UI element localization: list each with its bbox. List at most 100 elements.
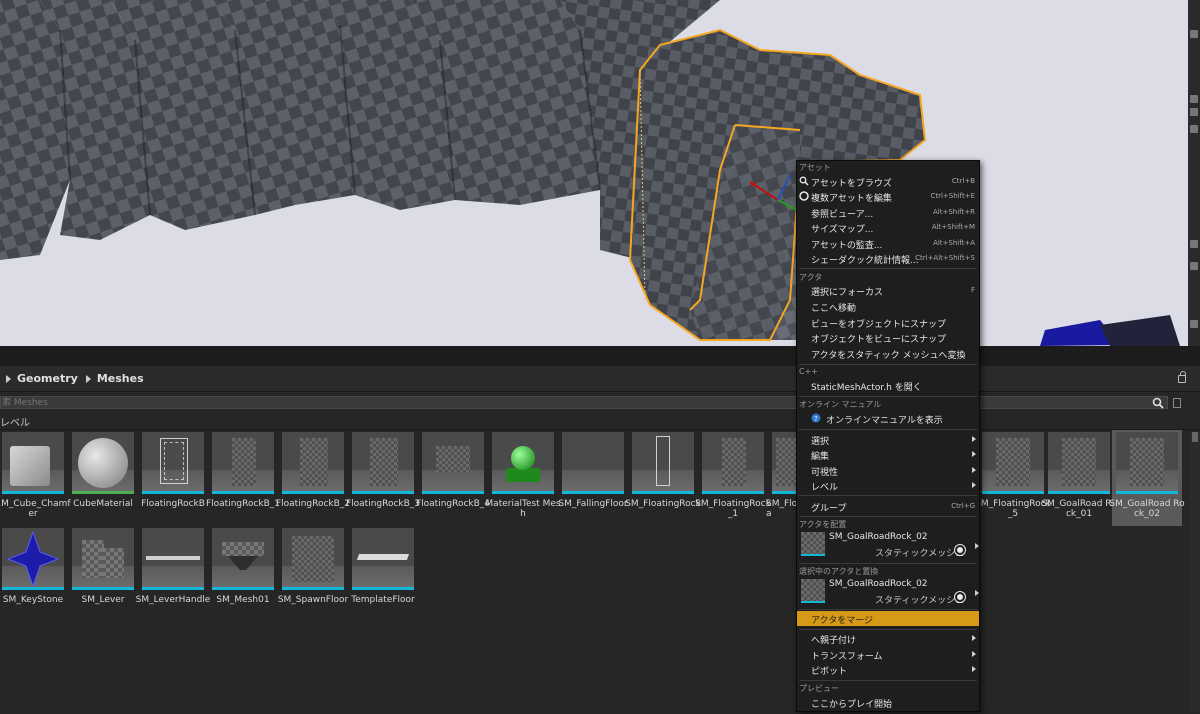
asset-thumbnail — [72, 432, 134, 494]
asset-thumbnail — [212, 528, 274, 590]
menu-separator — [799, 680, 977, 681]
breadcrumb-item-geometry[interactable]: Geometry — [17, 372, 78, 385]
place-actor-asset[interactable]: SM_GoalRoadRock_02 スタティックメッシュ — [799, 530, 979, 560]
menu-item-convert-static-mesh[interactable]: アクタをスタティック メッシュへ変換 — [797, 346, 979, 361]
asset-tile[interactable]: 1M_Cube_Chamfer — [0, 432, 71, 524]
asset-tile-selected[interactable]: SM_GoalRoad Rock_02 — [1109, 430, 1185, 526]
asset-tile[interactable]: SM_KeyStone — [0, 528, 66, 620]
search-row — [0, 396, 1200, 410]
asset-tile[interactable]: SM_FloatingRock _1 — [695, 432, 771, 524]
save-search-icon[interactable] — [1173, 398, 1181, 408]
asset-name: SM_GoalRoadRock_02 — [829, 532, 928, 542]
menu-item-open-header[interactable]: StaticMeshActor.h を開く — [797, 378, 979, 393]
menu-separator — [799, 268, 977, 269]
menu-item-shader-cook-stats[interactable]: シェーダクック統計情報... Ctrl+Alt+Shift+S — [797, 251, 979, 266]
menu-item-attach-to[interactable]: へ親子付け — [797, 631, 979, 646]
menu-item-size-map[interactable]: サイズマップ... Alt+Shift+M — [797, 220, 979, 235]
replace-actor-asset[interactable]: SM_GoalRoadRock_02 スタティックメッシュ — [799, 577, 979, 607]
asset-tile[interactable]: SM_Mesh01 — [210, 528, 276, 620]
browse-icon — [799, 176, 809, 186]
menu-item-edit-multiple[interactable]: 複数アセットを編集 Ctrl+Shift+E — [797, 189, 979, 204]
toolbar-icon[interactable] — [1190, 125, 1198, 133]
menu-item-reference-viewer[interactable]: 参照ビューア... Alt+Shift+R — [797, 205, 979, 220]
submenu-arrow-icon — [972, 635, 976, 641]
toolbar-icon[interactable] — [1190, 240, 1198, 248]
asset-tile[interactable]: SM_LeverHandle — [136, 528, 210, 620]
asset-tile[interactable]: TemplateFloor — [350, 528, 416, 620]
asset-tile[interactable]: FloatingRockB_2 — [276, 432, 350, 524]
menu-item-level[interactable]: レベル — [797, 478, 979, 493]
menu-item-select[interactable]: 選択 — [797, 432, 979, 447]
search-input[interactable] — [0, 396, 1168, 409]
toolbar-icon[interactable] — [1190, 108, 1198, 116]
menu-section-preview: プレビュー — [799, 684, 839, 693]
asset-label: MaterialTest Mesh — [485, 499, 561, 519]
asset-picker-icon[interactable] — [955, 592, 965, 602]
asset-tile[interactable]: FloatingRockB — [140, 432, 206, 524]
asset-tile[interactable]: SM_FloatingRock — [625, 432, 701, 524]
submenu-arrow-icon — [975, 543, 979, 549]
asset-thumbnail — [982, 432, 1044, 494]
asset-thumbnail — [801, 532, 825, 556]
asset-thumbnail — [142, 528, 204, 590]
submenu-arrow-icon — [972, 651, 976, 657]
viewport-scene — [0, 0, 1188, 346]
asset-label: SM_FloatingRock _1 — [695, 499, 771, 519]
lock-icon[interactable] — [1178, 371, 1186, 383]
asset-label: SM_Floa — [766, 499, 798, 519]
asset-tile[interactable]: FloatingRockB_3 — [346, 432, 420, 524]
menu-item-browse-asset[interactable]: アセットをブラウズ Ctrl+B — [797, 174, 979, 189]
asset-thumbnail — [352, 432, 414, 494]
menu-item-snap-view-to-object[interactable]: ビューをオブジェクトにスナップ — [797, 315, 979, 330]
search-icon[interactable] — [1152, 397, 1164, 409]
menu-item-transform[interactable]: トランスフォーム — [797, 647, 979, 662]
asset-label: SM_GoalRoad Rock_01 — [1041, 499, 1117, 519]
asset-label: FloatingRockB_3 — [345, 499, 421, 509]
menu-separator — [799, 516, 977, 517]
asset-tile[interactable]: CubeMaterial — [70, 432, 136, 524]
submenu-arrow-icon — [972, 436, 976, 442]
asset-grid-scrollbar[interactable] — [1190, 432, 1200, 712]
asset-thumbnail — [632, 432, 694, 494]
asset-tile[interactable]: SM_Lever — [70, 528, 136, 620]
asset-thumbnail — [352, 528, 414, 590]
toolbar-icon[interactable] — [1190, 320, 1198, 328]
menu-item-snap-object-to-view[interactable]: オブジェクトをビューにスナップ — [797, 330, 979, 345]
filter-label[interactable]: レベル — [0, 414, 30, 429]
asset-type: スタティックメッシュ — [875, 549, 965, 559]
asset-label: FloatingRockB — [141, 499, 205, 509]
menu-item-play-from-here[interactable]: ここからプレイ開始 — [797, 695, 979, 710]
asset-label: FloatingRockB_1 — [205, 499, 281, 509]
asset-label: SM_FloatingRock — [625, 499, 701, 509]
breadcrumb-item-meshes[interactable]: Meshes — [97, 372, 144, 385]
asset-tile[interactable]: SM_GoalRoad Rock_01 — [1041, 432, 1117, 524]
menu-item-pivot[interactable]: ピボット — [797, 662, 979, 677]
asset-label: SM_KeyStone — [2, 595, 64, 605]
asset-thumbnail — [562, 432, 624, 494]
asset-tile[interactable]: SM_SpawnFloor — [278, 528, 348, 620]
menu-item-visibility[interactable]: 可視性 — [797, 463, 979, 478]
level-viewport[interactable] — [0, 0, 1188, 346]
toolbar-icon[interactable] — [1190, 262, 1198, 270]
asset-label: 1M_Cube_Chamfer — [0, 499, 71, 519]
menu-item-show-online-manual[interactable]: ? オンラインマニュアルを表示 — [797, 411, 979, 426]
asset-tile[interactable]: MaterialTest Mesh — [485, 432, 561, 524]
asset-tile[interactable]: FloatingRockB_1 — [206, 432, 280, 524]
menu-separator — [799, 429, 977, 430]
asset-tile[interactable]: SM_FallingFloor — [558, 432, 628, 524]
asset-label: SM_SpawnFloor — [277, 595, 349, 605]
panel-divider — [0, 346, 1200, 366]
menu-item-edit[interactable]: 編集 — [797, 447, 979, 462]
menu-item-group[interactable]: グループ Ctrl+G — [797, 499, 979, 514]
toolbar-icon[interactable] — [1190, 95, 1198, 103]
asset-thumbnail — [801, 579, 825, 603]
toolbar-icon[interactable] — [1190, 30, 1198, 38]
asset-picker-icon[interactable] — [955, 545, 965, 555]
menu-item-move-here[interactable]: ここへ移動 — [797, 299, 979, 314]
menu-item-focus-selected[interactable]: 選択にフォーカス F — [797, 283, 979, 298]
menu-item-merge-actors[interactable]: アクタをマージ — [797, 611, 979, 626]
asset-tile[interactable]: SM_FloatingRock _5 — [975, 432, 1051, 524]
asset-thumbnail — [282, 528, 344, 590]
asset-tile[interactable]: FloatingRockB_4 — [416, 432, 490, 524]
menu-item-audit-assets[interactable]: アセットの監査... Alt+Shift+A — [797, 236, 979, 251]
